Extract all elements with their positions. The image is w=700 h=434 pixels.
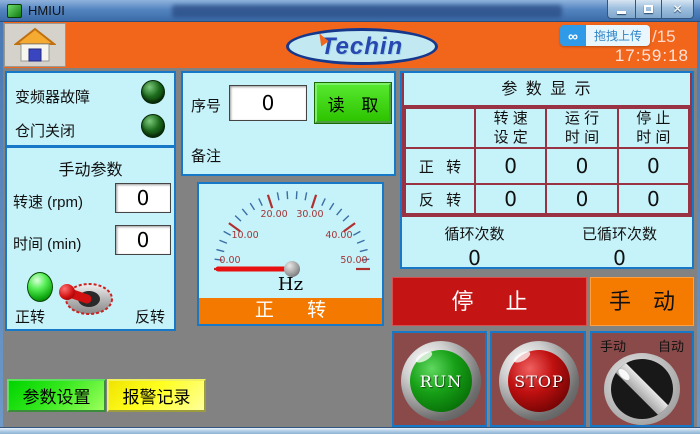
clock: 17:59:18 — [615, 46, 689, 66]
reverse-stoptime-value: 0 — [618, 184, 689, 214]
manual-params-panel: 手动参数 转速 (rpm) 时间 (min) 正转 反转 — [5, 146, 176, 331]
run-button[interactable]: RUN — [401, 341, 481, 421]
app-icon — [7, 4, 22, 18]
serial-panel: 序号 读 取 备注 — [181, 71, 396, 176]
forward-label: 正转 — [15, 306, 45, 327]
selector-auto-label: 自动 — [658, 336, 684, 355]
time-field[interactable] — [115, 225, 171, 255]
run-button-panel: RUN — [392, 331, 487, 427]
forward-row-label: 正 转 — [405, 148, 475, 184]
titlebar[interactable]: HMIUI ✕ — [0, 0, 700, 22]
cycle-count-value: 0 — [402, 246, 547, 270]
alarm-record-button[interactable]: 报警记录 — [107, 379, 206, 412]
speed-field[interactable] — [115, 183, 171, 213]
stop-button-panel: STOP — [490, 331, 586, 427]
page-indicator: /15 — [652, 27, 676, 47]
header-bar: Techin ∞ 拖拽上传 /15 17:59:18 — [3, 22, 697, 68]
cycled-count-value: 0 — [547, 246, 692, 270]
svg-text:0.00: 0.00 — [219, 255, 240, 266]
svg-text:10.00: 10.00 — [231, 230, 258, 241]
gauge-panel: 0.00 10.0020.00 30.0040.00 50.00 Hz 正 转 — [197, 182, 384, 326]
window-border-left — [0, 22, 3, 434]
knob-face — [611, 359, 673, 419]
status-panel: 变频器故障 仓门关闭 — [5, 71, 176, 147]
time-label: 时间 (min) — [13, 233, 81, 254]
cycled-count-block: 已循环次数 0 — [547, 221, 692, 270]
table-row-reverse: 反 转 0 0 0 — [405, 184, 689, 214]
home-icon — [14, 27, 56, 63]
minimize-button[interactable] — [607, 0, 636, 19]
header-cell-runtime: 运 行时 间 — [546, 108, 617, 148]
status-row-door: 仓门关闭 — [7, 113, 174, 149]
logo-text: Techin — [321, 33, 403, 61]
window-controls: ✕ — [608, 0, 694, 19]
header-cell-empty — [405, 108, 475, 148]
remark-label: 备注 — [191, 145, 221, 166]
maximize-icon — [644, 5, 653, 13]
manual-params-title: 手动参数 — [7, 156, 174, 180]
selector-manual-label: 手动 — [600, 336, 626, 355]
cycle-counters: 循环次数 0 已循环次数 0 — [402, 221, 692, 270]
param-display-panel: 参 数 显 示 转 速设 定 运 行时 间 停 止时 间 正 转 — [400, 71, 694, 269]
cycle-count-block: 循环次数 0 — [402, 221, 547, 270]
serial-label: 序号 — [191, 95, 221, 116]
forward-led — [27, 272, 53, 302]
redacted-title-path — [172, 5, 562, 18]
inverter-fault-label: 变频器故障 — [15, 86, 90, 107]
mode-selector-panel: 手动 自动 — [590, 331, 694, 427]
direction-toggle-switch[interactable] — [55, 278, 115, 318]
reverse-runtime-value: 0 — [546, 184, 617, 214]
door-closed-led — [141, 114, 165, 138]
techin-logo: Techin — [286, 28, 438, 65]
window-border-bottom — [0, 427, 700, 434]
manual-mode-button[interactable]: 手 动 — [590, 277, 694, 326]
reverse-row-label: 反 转 — [405, 184, 475, 214]
gauge-unit-label: Hz — [199, 274, 382, 295]
forward-speed-value: 0 — [475, 148, 546, 184]
read-button[interactable]: 读 取 — [315, 83, 391, 123]
stop-button[interactable]: STOP — [499, 341, 579, 421]
serial-field[interactable] — [229, 85, 307, 121]
reverse-label: 反转 — [135, 306, 165, 327]
reverse-speed-value: 0 — [475, 184, 546, 214]
forward-runtime-value: 0 — [546, 148, 617, 184]
param-settings-button[interactable]: 参数设置 — [7, 379, 106, 412]
upload-widget[interactable]: ∞ 拖拽上传 — [560, 25, 650, 46]
header-cell-speed: 转 速设 定 — [475, 108, 546, 148]
svg-text:50.00: 50.00 — [340, 255, 367, 266]
status-row-inverter: 变频器故障 — [7, 79, 174, 115]
minimize-icon — [617, 11, 626, 14]
param-table: 转 速设 定 运 行时 间 停 止时 间 正 转 0 0 0 反 转 — [404, 107, 690, 215]
forward-stoptime-value: 0 — [618, 148, 689, 184]
maximize-button[interactable] — [635, 0, 662, 19]
param-table-frame: 参 数 显 示 转 速设 定 运 行时 间 停 止时 间 正 转 — [402, 73, 692, 217]
hmi-window: HMIUI ✕ Techin ∞ 拖拽上传 /15 17:59:18 — [0, 0, 700, 434]
mode-selector-knob[interactable] — [604, 353, 680, 425]
svg-text:40.00: 40.00 — [325, 230, 352, 241]
speed-label: 转速 (rpm) — [13, 191, 83, 212]
inverter-fault-led — [141, 80, 165, 104]
svg-text:20.00: 20.00 — [260, 209, 287, 220]
param-table-header-row: 转 速设 定 运 行时 间 停 止时 间 — [405, 108, 689, 148]
cloud-icon: ∞ — [560, 25, 586, 46]
close-button[interactable]: ✕ — [661, 0, 694, 19]
home-button[interactable] — [4, 23, 66, 67]
stop-bar-button[interactable]: 停 止 — [392, 277, 587, 326]
upload-label: 拖拽上传 — [586, 25, 650, 46]
window-title: HMIUI — [28, 3, 65, 18]
param-table-title: 参 数 显 示 — [404, 73, 690, 107]
svg-text:30.00: 30.00 — [296, 209, 323, 220]
header-cell-stoptime: 停 止时 间 — [618, 108, 689, 148]
door-closed-label: 仓门关闭 — [15, 120, 75, 141]
table-row-forward: 正 转 0 0 0 — [405, 148, 689, 184]
cycle-count-label: 循环次数 — [402, 223, 547, 244]
direction-banner: 正 转 — [199, 298, 382, 324]
cycled-count-label: 已循环次数 — [547, 223, 692, 244]
